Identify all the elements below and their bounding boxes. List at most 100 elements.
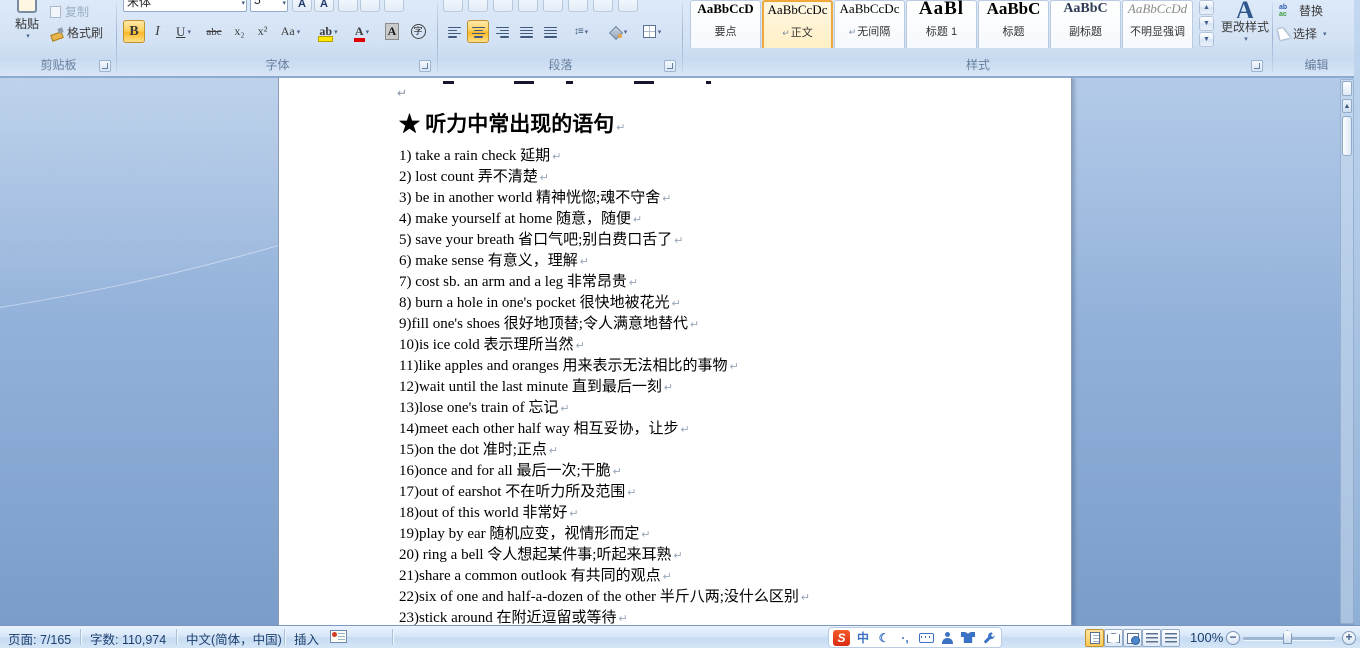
ime-profile-button[interactable] xyxy=(939,630,955,646)
word-count[interactable]: 字数: 110,974 xyxy=(90,629,166,648)
vertical-scrollbar[interactable]: ▲ xyxy=(1340,79,1354,624)
change-styles-dropdown-icon[interactable]: ▾ xyxy=(1222,35,1270,43)
style-gallery-item[interactable]: AaBbCcDc ↵无间隔 xyxy=(834,0,905,48)
show-formatting-marks-button[interactable] xyxy=(618,0,638,12)
style-gallery-item[interactable]: AaBbC 标题 xyxy=(978,0,1049,48)
change-case-dropdown-icon[interactable]: ▾ xyxy=(297,28,301,36)
format-painter-button[interactable]: 格式刷 xyxy=(50,24,103,41)
style-gallery-up-button[interactable]: ▲ xyxy=(1199,0,1214,15)
paste-button[interactable]: 粘贴 ▾ xyxy=(6,0,48,54)
shrink-font-button[interactable]: A xyxy=(314,0,334,12)
subscript-button[interactable]: x₂ xyxy=(229,20,250,43)
align-center-button[interactable] xyxy=(467,20,489,43)
sort-button[interactable] xyxy=(593,0,613,12)
style-gallery-item[interactable]: AaBbC 副标题 xyxy=(1050,0,1121,48)
ime-soft-keyboard-button[interactable] xyxy=(918,630,934,646)
ime-punctuation-button[interactable]: ·, xyxy=(897,630,913,646)
font-color-dropdown-icon[interactable]: ▾ xyxy=(366,28,370,36)
line-spacing-button[interactable]: ↕≡ ▾ xyxy=(567,20,595,43)
document-heading: ★ 听力中常出现的语句 ↵ xyxy=(399,112,626,136)
zoom-level[interactable]: 100% xyxy=(1190,630,1223,645)
font-dialog-launcher[interactable] xyxy=(419,60,431,72)
font-size-dropdown-icon[interactable]: ▾ xyxy=(282,0,286,7)
copy-button[interactable]: 复制 xyxy=(50,3,89,20)
language-indicator[interactable]: 中文(简体，中国) xyxy=(186,629,282,648)
style-gallery-item[interactable]: AaBl 标题 1 xyxy=(906,0,977,48)
document-page[interactable]: ↵ ★ 听力中常出现的语句 ↵ 1) take a rain check 延期 ↵ 2… xyxy=(278,78,1072,625)
justify-button[interactable] xyxy=(515,20,537,43)
style-gallery-item[interactable]: AaBbCcD 要点 xyxy=(690,0,761,48)
view-print-layout-button[interactable] xyxy=(1085,629,1104,647)
enclose-characters-button[interactable]: 字 xyxy=(407,20,429,43)
font-size-combobox[interactable]: 5 ▾ xyxy=(250,0,288,12)
character-shading-button[interactable]: A xyxy=(381,20,403,43)
ime-toolbox-button[interactable] xyxy=(981,630,997,646)
decrease-indent-button[interactable] xyxy=(518,0,538,12)
borders-dropdown-icon[interactable]: ▾ xyxy=(658,28,662,36)
macro-record-icon[interactable] xyxy=(330,630,347,643)
bold-button[interactable]: B xyxy=(123,20,145,43)
strikethrough-button[interactable]: abc xyxy=(201,20,227,43)
style-gallery-down-button[interactable]: ▼ xyxy=(1199,16,1214,31)
underline-icon: U xyxy=(176,23,186,39)
style-gallery-item[interactable]: AaBbCcDc ↵正文 xyxy=(762,0,833,48)
return-mark-icon: ↵ xyxy=(671,298,681,310)
underline-dropdown-icon[interactable]: ▾ xyxy=(187,28,191,36)
zoom-in-button[interactable]: + xyxy=(1342,631,1356,645)
distribute-button[interactable] xyxy=(539,20,561,43)
zoom-out-button[interactable]: − xyxy=(1226,631,1240,645)
paragraph-dialog-launcher[interactable] xyxy=(664,60,676,72)
copy-label: 复制 xyxy=(65,5,90,19)
numbering-button[interactable] xyxy=(468,0,488,12)
view-web-layout-button[interactable] xyxy=(1123,629,1142,647)
paste-dropdown-icon[interactable]: ▾ xyxy=(26,32,30,40)
style-gallery-item[interactable]: AaBbCcDd 不明显强调 xyxy=(1122,0,1193,48)
style-gallery-more-button[interactable]: ▼ xyxy=(1199,32,1214,47)
grow-font-button[interactable]: A xyxy=(292,0,312,12)
page-indicator[interactable]: 页面: 7/165 xyxy=(8,629,71,648)
increase-indent-button[interactable] xyxy=(543,0,563,12)
multilevel-list-button[interactable] xyxy=(493,0,513,12)
italic-button[interactable]: I xyxy=(147,20,168,43)
view-fullscreen-reading-button[interactable] xyxy=(1104,629,1123,647)
font-color-button[interactable]: A ▾ xyxy=(347,20,377,43)
zoom-slider-thumb[interactable] xyxy=(1283,630,1292,644)
separator xyxy=(80,629,81,645)
pinyin-guide-button[interactable] xyxy=(338,0,358,12)
borders-button[interactable]: ▾ xyxy=(637,20,667,43)
underline-button[interactable]: U ▾ xyxy=(170,20,197,43)
view-ruler-toggle[interactable] xyxy=(1342,81,1352,96)
select-button[interactable]: 选择 ▾ xyxy=(1277,25,1327,42)
character-border-button[interactable] xyxy=(360,0,380,12)
align-right-button[interactable] xyxy=(491,20,513,43)
font-name-dropdown-icon[interactable]: ▾ xyxy=(241,0,245,7)
change-styles-button[interactable]: A 更改样式 ▾ xyxy=(1220,0,1270,54)
copy-icon xyxy=(50,5,61,18)
view-draft-button[interactable] xyxy=(1161,629,1180,647)
highlight-dropdown-icon[interactable]: ▾ xyxy=(334,28,338,36)
shading-button[interactable]: ▾ xyxy=(603,20,633,43)
select-dropdown-icon[interactable]: ▾ xyxy=(1323,30,1327,38)
style-preview: AaBbCcD xyxy=(697,1,754,16)
align-left-button[interactable] xyxy=(443,20,465,43)
shading-dropdown-icon[interactable]: ▾ xyxy=(624,28,628,36)
insert-mode-toggle[interactable]: 插入 xyxy=(294,629,319,648)
line-spacing-dropdown-icon[interactable]: ▾ xyxy=(585,28,589,36)
sogou-ime-logo-icon[interactable]: S xyxy=(833,629,850,646)
clear-formatting-button[interactable] xyxy=(384,0,404,12)
replace-button[interactable]: ab ac 替换 xyxy=(1279,2,1323,19)
change-case-button[interactable]: Aa ▾ xyxy=(276,20,305,43)
view-outline-button[interactable] xyxy=(1142,629,1161,647)
asian-layout-button[interactable] xyxy=(568,0,588,12)
font-name-combobox[interactable]: 宋体 ▾ xyxy=(123,0,247,12)
scroll-up-arrow[interactable]: ▲ xyxy=(1342,99,1352,113)
bullets-button[interactable] xyxy=(443,0,463,12)
scrollbar-thumb[interactable] xyxy=(1342,116,1352,156)
ime-chinese-mode-button[interactable]: 中 xyxy=(855,630,871,646)
clipboard-dialog-launcher[interactable] xyxy=(99,60,111,72)
styles-dialog-launcher[interactable] xyxy=(1251,60,1263,72)
ime-skin-button[interactable] xyxy=(960,630,976,646)
ime-fullwidth-moon-button[interactable]: ☾ xyxy=(876,630,892,646)
highlight-color-button[interactable]: ab ▾ xyxy=(313,20,344,43)
superscript-button[interactable]: x² xyxy=(252,20,273,43)
